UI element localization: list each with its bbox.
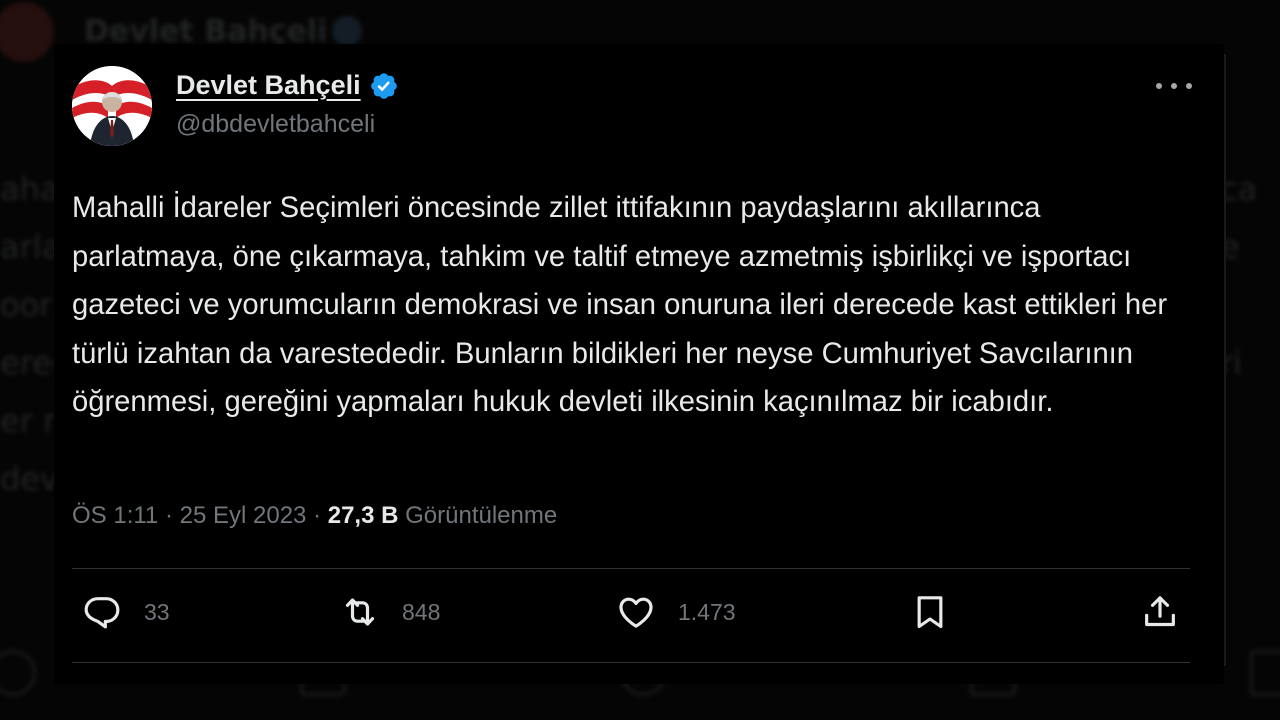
background-fragment: ri [1220,344,1243,382]
background-share-icon [1250,650,1280,696]
action-bar: 33 848 1.473 [72,592,1190,642]
background-fragment: aha [0,170,60,208]
background-fragment: er n [0,402,60,440]
divider [72,568,1190,569]
more-dots-icon[interactable] [1156,72,1192,100]
meta-separator: · [164,502,180,529]
tweet-time[interactable]: ÖS 1:11 [72,502,158,529]
author-handle[interactable]: @dbdevletbahceli [176,110,375,139]
bookmark-button[interactable] [910,592,950,632]
background-fragment: devle [0,460,60,498]
background-left-text: aha arla oor erec er n devle [0,160,60,508]
bookmark-icon [917,596,943,629]
share-button[interactable] [1140,592,1180,632]
background-avatar [0,2,54,62]
tweet-card: Devlet Bahçeli @dbdevletbahceli Mahalli … [54,44,1224,684]
background-fragment: oor [0,286,53,324]
avatar[interactable] [72,66,152,146]
background-fragment: ca [1220,170,1258,208]
background-right-text: ca e ri [1220,160,1280,392]
like-button[interactable]: 1.473 [616,592,736,632]
tweet-date[interactable]: 25 Eyl 2023 [180,502,307,529]
background-fragment [1220,276,1280,334]
reply-count: 33 [144,598,170,625]
reply-button[interactable]: 33 [82,592,170,632]
verified-badge-icon[interactable] [369,71,399,101]
background-verified-icon [332,16,362,46]
like-count: 1.473 [678,598,736,625]
author-name-row: Devlet Bahçeli [176,70,399,101]
meta-separator: · [313,502,328,529]
repost-button[interactable]: 848 [340,592,440,632]
views-label: Görüntülenme [405,502,558,529]
divider [72,662,1190,663]
views-count: 27,3 B [327,502,399,529]
share-upload-icon [1145,596,1175,627]
repost-count: 848 [402,598,441,625]
avatar-image [72,66,152,146]
reply-bubble-icon [84,597,120,629]
heart-icon [619,597,653,628]
tweet-meta: ÖS 1:11 · 25 Eyl 2023 · 27,3 B Görüntüle… [72,502,557,530]
author-display-name[interactable]: Devlet Bahçeli [176,70,361,101]
background-fragment: e [1220,228,1240,266]
repost-arrows-icon [345,598,375,626]
background-reply-icon [0,650,36,696]
background-fragment: arla [0,228,60,266]
tweet-text: Mahalli İdareler Seçimleri öncesinde zil… [72,192,1168,418]
background-fragment: erec [0,344,60,382]
